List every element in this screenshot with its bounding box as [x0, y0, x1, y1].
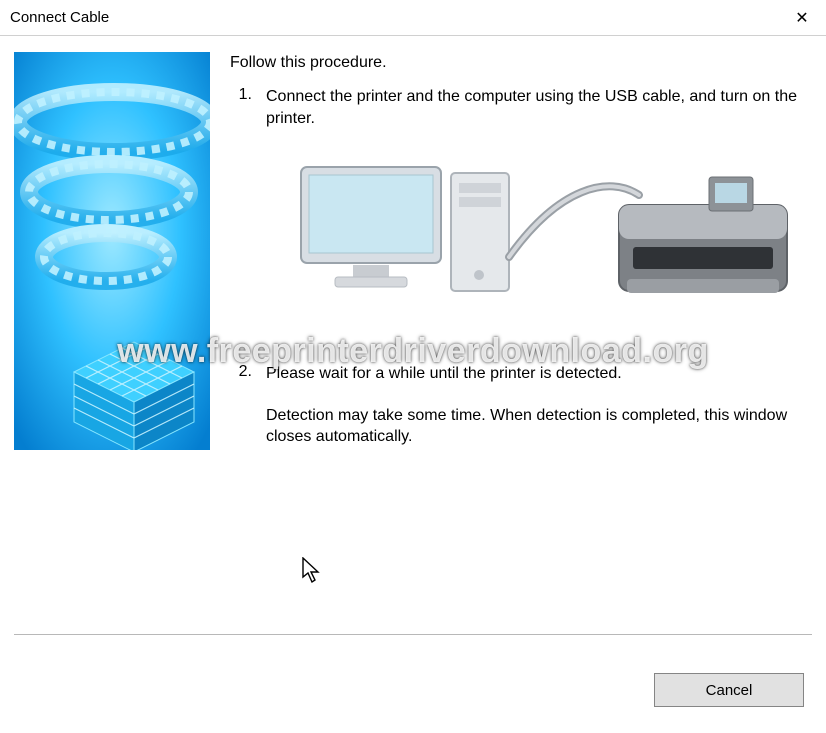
detection-note: Detection may take some time. When detec… [266, 405, 812, 448]
step-2-number: 2. [230, 363, 252, 448]
footer-separator [14, 634, 812, 635]
footer: Cancel [654, 673, 804, 707]
instructions-panel: Follow this procedure. 1. Connect the pr… [230, 52, 812, 626]
cancel-button[interactable]: Cancel [654, 673, 804, 707]
connection-illustration [266, 147, 812, 327]
content-area: Follow this procedure. 1. Connect the pr… [0, 36, 826, 626]
step-1: 1. Connect the printer and the computer … [230, 86, 812, 357]
step-1-text: Connect the printer and the computer usi… [266, 86, 812, 129]
close-button[interactable]: ✕ [778, 0, 826, 36]
step-2: 2. Please wait for a while until the pri… [230, 363, 812, 448]
title-bar: Connect Cable ✕ [0, 0, 826, 36]
computer-printer-diagram-icon [279, 147, 799, 327]
close-icon: ✕ [795, 8, 808, 28]
intro-text: Follow this procedure. [230, 54, 812, 72]
window-title: Connect Cable [10, 9, 109, 26]
step-1-number: 1. [230, 86, 252, 357]
wizard-decorative-panel [14, 52, 210, 450]
wireless-spiral-icon [14, 52, 210, 450]
step-2-text: Please wait for a while until the printe… [266, 363, 812, 385]
